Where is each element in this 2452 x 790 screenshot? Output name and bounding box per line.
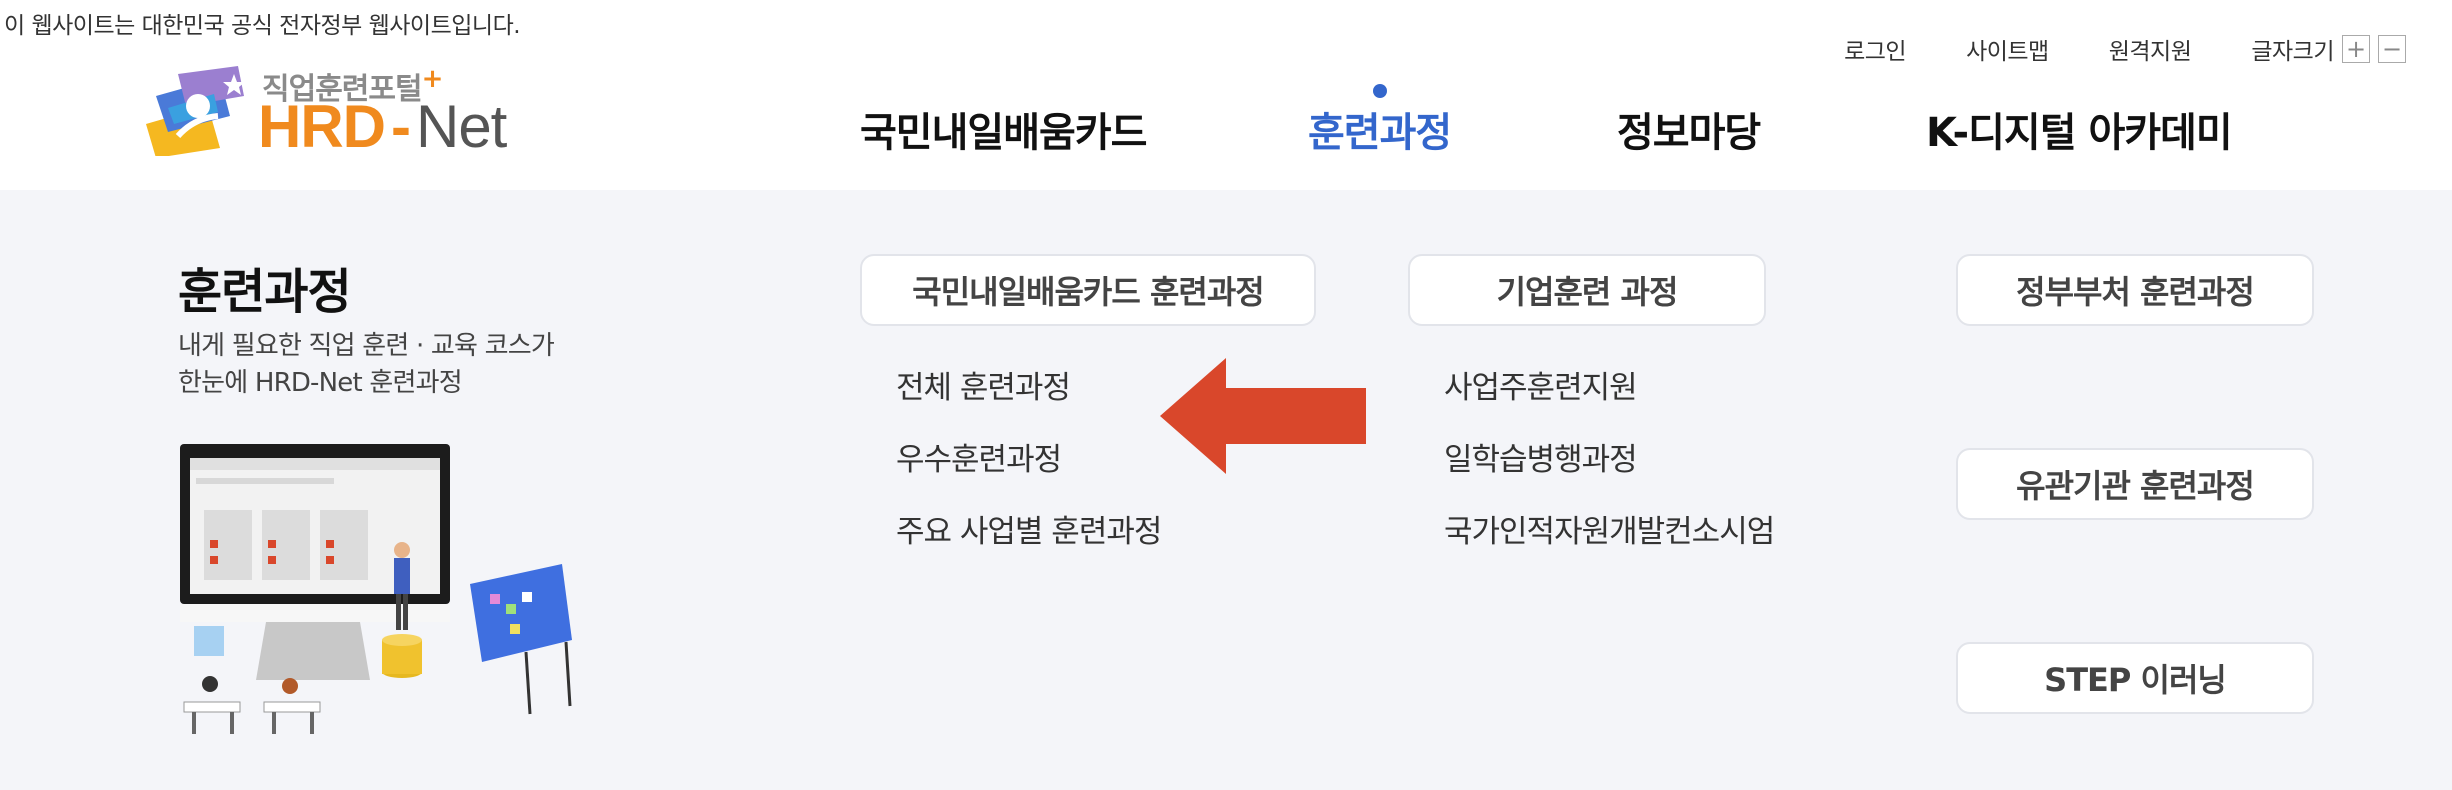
panel-desc-line1: 내게 필요한 직업 훈련 · 교육 코스가: [178, 331, 555, 361]
font-size-control: 글자크기 + −: [2251, 32, 2406, 66]
active-indicator-dot: [1372, 84, 1387, 98]
link-excellent-courses[interactable]: 우수훈련과정: [896, 434, 1062, 479]
nav-item-training-courses-label: 훈련과정: [1308, 110, 1452, 156]
link-work-study-courses[interactable]: 일학습병행과정: [1444, 434, 1638, 479]
nav-item-national-card[interactable]: 국민내일배움카드: [860, 100, 1147, 158]
category-enterprise-training[interactable]: 기업훈련 과정: [1408, 254, 1766, 326]
panel-description: 내게 필요한 직업 훈련 · 교육 코스가 한눈에 HRD-Net 훈련과정: [178, 328, 555, 402]
link-major-business-courses[interactable]: 주요 사업별 훈련과정: [896, 506, 1162, 551]
utility-nav: 로그인 사이트맵 원격지원 글자크기 + −: [1784, 32, 2406, 66]
panel-desc-line2: 한눈에 HRD-Net 훈련과정: [178, 368, 463, 398]
category-ministry-courses[interactable]: 정부부처 훈련과정: [1956, 254, 2314, 326]
nav-item-info[interactable]: 정보마당: [1617, 100, 1761, 158]
category-related-agency-courses[interactable]: 유관기관 훈련과정: [1956, 448, 2314, 520]
link-national-hr-consortium[interactable]: 국가인적자원개발컨소시엄: [1444, 506, 1775, 551]
logo-plus-mark: +: [421, 64, 444, 94]
link-employer-training-support[interactable]: 사업주훈련지원: [1444, 362, 1638, 407]
nav-item-k-digital[interactable]: K-디지털 아카데미: [1926, 100, 2233, 158]
font-increase-button[interactable]: +: [2342, 35, 2370, 63]
sitemap-link[interactable]: 사이트맵: [1966, 32, 2049, 66]
training-illustration: [180, 444, 572, 734]
site-header: 이 웹사이트는 대한민국 공식 전자정부 웹사이트입니다. 로그인 사이트맵 원…: [0, 0, 2452, 190]
nav-item-training-courses[interactable]: 훈련과정: [1308, 84, 1452, 158]
mega-menu-panel: 훈련과정 내게 필요한 직업 훈련 · 교육 코스가 한눈에 HRD-Net 훈…: [0, 190, 2452, 790]
panel-title: 훈련과정: [178, 264, 352, 320]
category-step-elearning[interactable]: STEP 이러닝: [1956, 642, 2314, 714]
font-decrease-button[interactable]: −: [2378, 35, 2406, 63]
login-link[interactable]: 로그인: [1844, 32, 1906, 66]
main-nav: 국민내일배움카드 훈련과정 정보마당 K-디지털 아카데미: [0, 84, 2452, 160]
red-arrow-annotation: [1160, 358, 1366, 474]
category-national-card-courses[interactable]: 국민내일배움카드 훈련과정: [860, 254, 1316, 326]
link-all-courses[interactable]: 전체 훈련과정: [896, 362, 1071, 407]
remote-support-link[interactable]: 원격지원: [2109, 32, 2192, 66]
font-size-label: 글자크기: [2251, 39, 2334, 65]
gov-notice: 이 웹사이트는 대한민국 공식 전자정부 웹사이트입니다.: [4, 13, 521, 39]
